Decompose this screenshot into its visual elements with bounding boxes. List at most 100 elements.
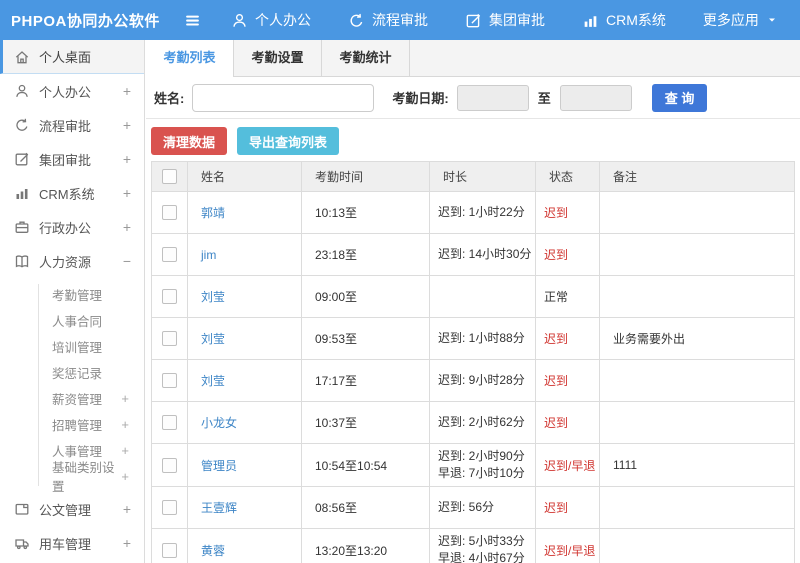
employee-name-link[interactable]: jim	[201, 248, 216, 262]
nav-item-集团审批[interactable]: 集团审批	[465, 10, 545, 30]
note-cell	[599, 233, 795, 276]
row-checkbox-cell	[151, 528, 188, 563]
main-content: 考勤列表 考勤设置 考勤统计 姓名: 考勤日期: 至 查 询 清理数据 导出查询列表…	[146, 40, 800, 563]
name-cell: 郭靖	[187, 191, 302, 234]
sidebar-subitem-基础类别设置[interactable]: 基础类别设置 +	[0, 461, 144, 494]
sidebar-item-label: 个人办公	[39, 84, 92, 100]
expand-toggle[interactable]: +	[123, 186, 131, 200]
export-list-button[interactable]: 导出查询列表	[237, 127, 340, 155]
sidebar-item-集团审批[interactable]: 集团审批 +	[0, 142, 144, 176]
tab-考勤列表[interactable]: 考勤列表	[146, 40, 234, 77]
employee-name-link[interactable]: 小龙女	[201, 416, 237, 430]
date-to-input[interactable]	[559, 84, 632, 111]
name-cell: 刘莹	[187, 275, 302, 318]
duration-line: 迟到: 5小时33分	[438, 534, 525, 548]
sidebar-item-label: 招聘管理	[52, 418, 103, 433]
sidebar-item-人力资源[interactable]: 人力资源 −	[0, 244, 144, 278]
employee-name-link[interactable]: 黄蓉	[201, 544, 225, 558]
duration-cell: 迟到: 14小时30分	[429, 233, 536, 276]
sidebar-item-流程审批[interactable]: 流程审批 +	[0, 108, 144, 142]
employee-name-link[interactable]: 管理员	[201, 459, 237, 473]
sidebar-subitem-培训管理[interactable]: 培训管理	[0, 333, 144, 359]
column-header: 时长	[429, 161, 536, 192]
expand-toggle[interactable]: +	[123, 118, 131, 132]
clear-data-button[interactable]: 清理数据	[151, 127, 228, 155]
expand-toggle[interactable]: +	[123, 536, 131, 550]
name-cell: jim	[187, 233, 302, 276]
status-badge: 迟到/早退	[544, 458, 596, 473]
hamburger-menu-icon[interactable]	[183, 12, 203, 29]
row-checkbox[interactable]	[162, 331, 177, 347]
sidebar-subitem-奖惩记录[interactable]: 奖惩记录	[0, 359, 144, 385]
column-header: 备注	[599, 161, 795, 192]
sidebar-subitem-薪资管理[interactable]: 薪资管理 +	[0, 385, 144, 411]
sidebar-subitem-考勤管理[interactable]: 考勤管理	[0, 281, 144, 307]
duration-line: 早退: 7小时10分	[438, 466, 525, 480]
sidebar-subitem-招聘管理[interactable]: 招聘管理 +	[0, 411, 144, 437]
sidebar-item-label: 行政办公	[39, 220, 92, 236]
row-checkbox[interactable]	[162, 247, 177, 263]
sidebar-item-行政办公[interactable]: 行政办公 +	[0, 210, 144, 244]
name-cell: 刘莹	[187, 317, 302, 360]
sidebar-item-label: 薪资管理	[52, 392, 103, 407]
sidebar-item-label: 培训管理	[52, 340, 103, 355]
row-checkbox[interactable]	[162, 373, 177, 389]
expand-toggle[interactable]: +	[121, 444, 129, 457]
row-checkbox-cell	[151, 275, 188, 318]
select-all-checkbox[interactable]	[162, 169, 177, 185]
attendance-time-cell: 17:17至	[301, 359, 430, 402]
status-badge: 迟到	[544, 501, 569, 515]
sidebar-item-label: 基础类别设置	[52, 461, 115, 494]
sidebar-item-label: 奖惩记录	[52, 366, 103, 381]
sidebar-item-个人桌面[interactable]: 个人桌面	[0, 40, 144, 74]
row-checkbox[interactable]	[162, 542, 177, 558]
date-from-input[interactable]	[456, 84, 529, 111]
status-cell: 迟到	[535, 486, 600, 529]
sidebar-item-label: 集团审批	[39, 152, 92, 168]
sidebar-main-list: 个人桌面 个人办公 + 流程审批 + 集团审批 + CRM系统 + 行政办公 + 人力资源 −	[0, 40, 144, 278]
expand-toggle[interactable]: +	[121, 418, 129, 431]
sidebar-item-公文管理[interactable]: 公文管理 +	[0, 492, 144, 526]
expand-toggle[interactable]: −	[123, 254, 131, 268]
attendance-time-cell: 13:20至13:20	[301, 528, 430, 563]
name-input[interactable]	[192, 83, 375, 112]
employee-name-link[interactable]: 刘莹	[201, 374, 225, 388]
sidebar-bottom-list: 公文管理 + 用车管理 +	[0, 492, 144, 560]
row-checkbox[interactable]	[162, 289, 177, 305]
expand-toggle[interactable]: +	[123, 84, 131, 98]
header-nav: 个人办公 流程审批 集团审批 CRM系统 更多应用	[231, 10, 778, 30]
tab-考勤设置[interactable]: 考勤设置	[234, 40, 322, 76]
row-checkbox[interactable]	[162, 205, 177, 221]
sidebar-item-个人办公[interactable]: 个人办公 +	[0, 74, 144, 108]
expand-toggle[interactable]: +	[123, 220, 131, 234]
expand-toggle[interactable]: +	[123, 152, 131, 166]
expand-toggle[interactable]: +	[123, 502, 131, 516]
employee-name-link[interactable]: 刘莹	[201, 332, 225, 346]
employee-name-link[interactable]: 刘莹	[201, 290, 225, 304]
status-badge: 迟到	[544, 416, 569, 430]
employee-name-link[interactable]: 王壹辉	[201, 501, 237, 515]
nav-item-个人办公[interactable]: 个人办公	[231, 10, 311, 30]
sidebar-item-CRM系统[interactable]: CRM系统 +	[0, 176, 144, 210]
nav-item-流程审批[interactable]: 流程审批	[348, 10, 428, 30]
row-checkbox[interactable]	[162, 500, 177, 516]
duration-line: 早退: 4小时67分	[438, 551, 525, 563]
employee-name-link[interactable]: 郭靖	[201, 206, 225, 220]
nav-item-更多应用[interactable]: 更多应用	[703, 10, 778, 30]
sidebar-subitem-人事合同[interactable]: 人事合同	[0, 307, 144, 333]
status-badge: 迟到	[544, 332, 569, 346]
sidebar-item-label: 人事合同	[52, 314, 103, 329]
row-checkbox[interactable]	[162, 415, 177, 431]
nav-item-CRM系统[interactable]: CRM系统	[582, 10, 666, 30]
row-checkbox[interactable]	[162, 457, 177, 473]
duration-cell: 迟到: 5小时33分 早退: 4小时67分	[429, 528, 536, 563]
table-row: 刘莹 09:53至 迟到: 1小时88分 迟到 业务需要外出	[151, 317, 795, 360]
sidebar-item-用车管理[interactable]: 用车管理 +	[0, 526, 144, 560]
expand-toggle[interactable]: +	[121, 470, 129, 483]
search-bar: 姓名: 考勤日期: 至 查 询	[146, 77, 800, 119]
expand-toggle[interactable]: +	[121, 392, 129, 405]
status-cell: 迟到	[535, 191, 600, 234]
toolbar: 清理数据 导出查询列表	[146, 119, 800, 161]
query-button[interactable]: 查 询	[651, 83, 708, 112]
tab-考勤统计[interactable]: 考勤统计	[322, 40, 410, 76]
